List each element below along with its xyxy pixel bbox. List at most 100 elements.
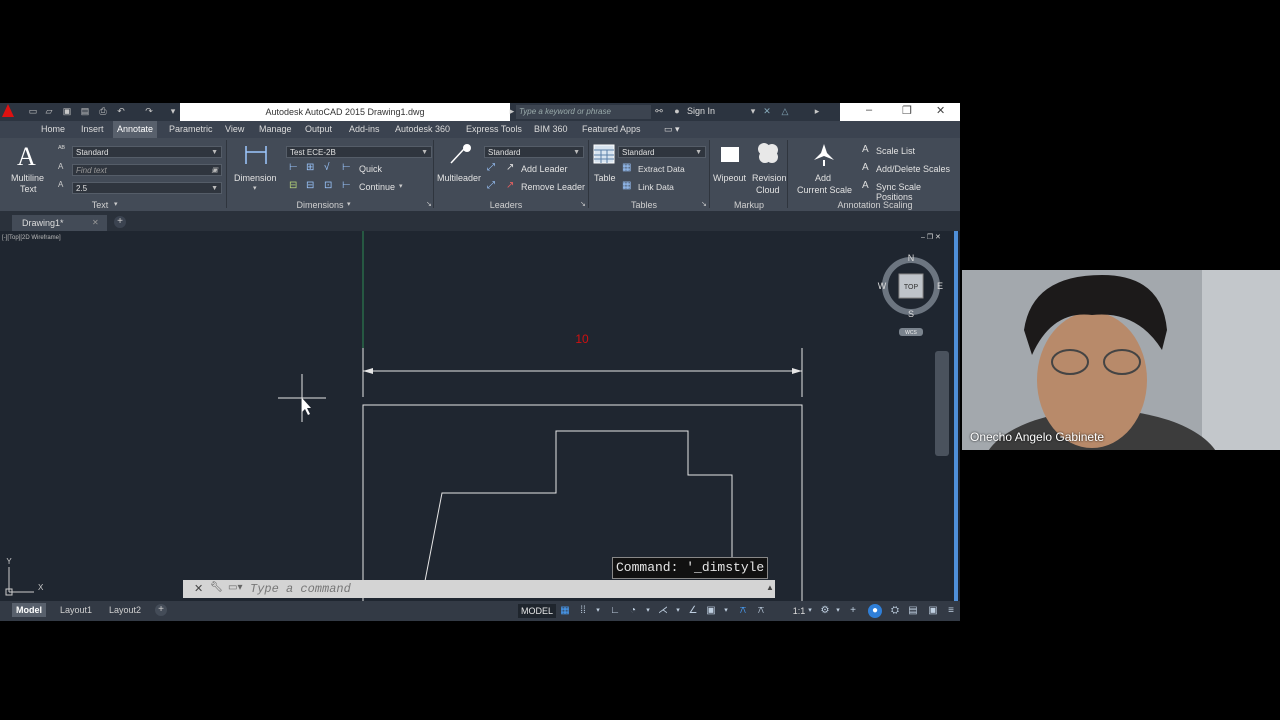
- tab-output[interactable]: Output: [305, 121, 332, 138]
- dimension-style-select[interactable]: Test ECE-2B ▼: [286, 146, 432, 158]
- sync-scale-icon[interactable]: A: [862, 180, 869, 191]
- scale-dropdown-icon[interactable]: ▾: [806, 604, 814, 618]
- tab-featured-apps[interactable]: Featured Apps: [582, 121, 641, 138]
- linear-dim-icon[interactable]: ⊢: [289, 162, 298, 173]
- tables-launcher-icon[interactable]: ↘: [701, 200, 707, 208]
- dim-tool-b-icon[interactable]: ⊟: [306, 180, 314, 191]
- minimize-icon[interactable]: –: [866, 104, 872, 116]
- object-snap-icon[interactable]: ▣: [704, 604, 718, 618]
- help-icon[interactable]: ▸: [812, 106, 822, 117]
- multiline-text-icon[interactable]: A: [17, 142, 36, 172]
- open-icon[interactable]: ▱: [44, 106, 54, 117]
- text-panel-dropdown-icon[interactable]: ▾: [114, 200, 118, 208]
- model-space-button[interactable]: MODEL: [518, 604, 557, 618]
- dimension-dropdown-icon[interactable]: ▾: [253, 184, 257, 192]
- close-icon[interactable]: ✕: [936, 104, 945, 117]
- multileader-style-select[interactable]: Standard ▼: [484, 146, 584, 158]
- sync-scale-positions-button[interactable]: Sync Scale Positions: [876, 182, 960, 202]
- tab-bim360[interactable]: BIM 360: [534, 121, 568, 138]
- tables-panel-title[interactable]: Tables: [624, 200, 664, 211]
- object-snap-tracking-icon[interactable]: ∠: [686, 604, 700, 618]
- polar-dropdown-icon[interactable]: ▾: [644, 604, 652, 618]
- viewcube-south[interactable]: S: [908, 309, 914, 319]
- extract-data-icon[interactable]: ▦: [622, 162, 631, 173]
- table-style-select[interactable]: Standard ▼: [618, 146, 706, 158]
- restore-icon[interactable]: ❐: [902, 104, 912, 117]
- save-icon[interactable]: ▣: [62, 106, 72, 117]
- drawing-canvas[interactable]: 10 TOP N S E W WCS Y X: [0, 231, 954, 601]
- add-leader-plus-icon[interactable]: ↗: [506, 162, 514, 173]
- close-command-icon[interactable]: ✕: [194, 582, 203, 595]
- fullscreen-icon[interactable]: ▣: [926, 604, 940, 618]
- continue-dim-icon[interactable]: ⊢: [342, 180, 351, 191]
- text-style-select[interactable]: Standard ▼: [72, 146, 222, 158]
- dimensions-panel-title[interactable]: Dimensions: [290, 200, 350, 211]
- dropdown-icon[interactable]: ▾: [748, 106, 758, 117]
- autocad-logo-icon[interactable]: [2, 104, 14, 117]
- table-label[interactable]: Table: [594, 173, 616, 183]
- new-layout-icon[interactable]: +: [155, 604, 167, 616]
- binoculars-icon[interactable]: ⚯: [654, 106, 664, 117]
- continue-dropdown-icon[interactable]: ▾: [399, 182, 403, 190]
- tab-layout1[interactable]: Layout1: [56, 603, 96, 617]
- viewcube-east[interactable]: E: [937, 281, 943, 291]
- dimension-label[interactable]: Dimension: [234, 173, 277, 183]
- tab-home[interactable]: Home: [41, 121, 65, 138]
- continue-button[interactable]: Continue: [359, 182, 395, 192]
- tab-view[interactable]: View: [225, 121, 244, 138]
- dim-break-icon[interactable]: ⊞: [306, 162, 314, 173]
- hardware-acceleration-icon[interactable]: ⛭: [888, 604, 902, 618]
- new-icon[interactable]: ▭: [28, 106, 38, 117]
- tab-annotate[interactable]: Annotate: [113, 121, 158, 138]
- dimension-text[interactable]: 10: [575, 332, 589, 346]
- customize-icon[interactable]: ▾: [168, 106, 178, 117]
- document-tab[interactable]: Drawing1* ✕: [12, 215, 107, 231]
- auto-scale-icon[interactable]: ⚻: [754, 604, 768, 618]
- link-data-button[interactable]: Link Data: [638, 182, 674, 192]
- command-input[interactable]: Type a command: [250, 581, 750, 597]
- isodraft-dropdown-icon[interactable]: ▾: [674, 604, 682, 618]
- revision-cloud-icon[interactable]: [756, 142, 780, 164]
- user-icon[interactable]: ●: [672, 106, 682, 117]
- leaders-launcher-icon[interactable]: ↘: [580, 200, 586, 208]
- close-tab-icon[interactable]: ✕: [92, 215, 99, 231]
- dimensions-launcher-icon[interactable]: ↘: [426, 200, 432, 208]
- quick-dim-icon[interactable]: ⊢: [342, 162, 351, 173]
- snap-icon[interactable]: ⁞⁞: [576, 604, 590, 618]
- dimension-icon[interactable]: [243, 144, 269, 166]
- multiline-text-label[interactable]: Multiline: [11, 173, 44, 183]
- new-tab-icon[interactable]: +: [114, 216, 126, 228]
- ortho-icon[interactable]: ∟: [608, 604, 622, 618]
- drawing-viewport[interactable]: [-][Top][2D Wireframe] – ❐ ✕ 10 TOP N S: [0, 231, 954, 601]
- command-history-toggle-icon[interactable]: ▲: [766, 583, 774, 592]
- sign-in-link[interactable]: Sign In: [687, 106, 715, 116]
- isodraft-icon[interactable]: ⋌: [656, 604, 670, 618]
- current-scale-label[interactable]: Current Scale: [797, 185, 852, 195]
- save-as-icon[interactable]: ▤: [80, 106, 90, 117]
- remove-leader-icon[interactable]: ↗: [506, 180, 514, 191]
- grid-icon[interactable]: ▦: [558, 604, 572, 618]
- viewcube-top-label[interactable]: TOP: [904, 284, 919, 291]
- annotation-monitor-icon[interactable]: +: [846, 604, 860, 618]
- tab-model[interactable]: Model: [12, 603, 46, 617]
- undo-icon[interactable]: ↶: [116, 106, 126, 117]
- multileader-label[interactable]: Multileader: [437, 173, 481, 183]
- wipeout-icon[interactable]: [719, 144, 741, 164]
- text-label[interactable]: Text: [20, 184, 37, 194]
- markup-panel-title[interactable]: Markup: [730, 200, 768, 211]
- multileader-icon[interactable]: [448, 142, 474, 166]
- tab-parametric[interactable]: Parametric: [169, 121, 213, 138]
- workspace-gear-icon[interactable]: ⚙: [818, 604, 832, 618]
- add-delete-scales-icon[interactable]: A: [862, 162, 869, 173]
- search-input[interactable]: Type a keyword or phrase: [516, 105, 651, 119]
- tab-insert[interactable]: Insert: [81, 121, 104, 138]
- tab-addins[interactable]: Add-ins: [349, 121, 380, 138]
- text-height-select[interactable]: 2.5 ▼: [72, 182, 222, 194]
- dim-space-icon[interactable]: √: [324, 162, 330, 173]
- viewcube-north[interactable]: N: [908, 253, 915, 263]
- quick-button[interactable]: Quick: [359, 164, 382, 174]
- navigation-bar[interactable]: [935, 351, 949, 456]
- workspace-dropdown-icon[interactable]: ▾: [834, 604, 842, 618]
- annotation-visibility-icon[interactable]: ⚻: [736, 604, 750, 618]
- align-leader-icon[interactable]: ⤢: [487, 180, 495, 191]
